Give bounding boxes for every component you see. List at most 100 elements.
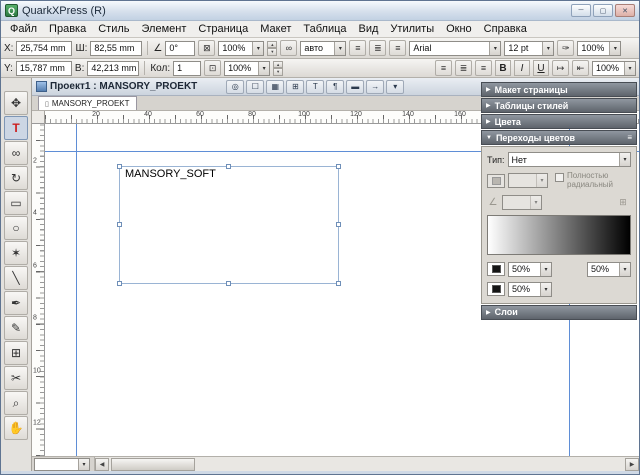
stop2-color-swatch[interactable]	[487, 282, 505, 296]
tool-button-text-content[interactable]: T	[4, 116, 28, 140]
auto-leading-combo[interactable]: авто ▾	[300, 41, 346, 56]
selection-handle[interactable]	[226, 164, 231, 169]
menu-table[interactable]: Таблица	[297, 22, 352, 36]
align-left-icon[interactable]: ≡	[435, 60, 452, 76]
selection-handle[interactable]	[117, 281, 122, 286]
pilcrow-icon[interactable]: ¶	[326, 80, 344, 94]
vertical-ruler[interactable]: 2 4 6 8 10 12	[32, 124, 45, 456]
tool-button-oval-box[interactable]: ○	[4, 216, 28, 240]
grid-icon[interactable]: ⊞	[615, 195, 631, 209]
lines-icon[interactable]: ≡	[349, 40, 366, 56]
selection-handle[interactable]	[117, 222, 122, 227]
scrollbar-thumb[interactable]	[111, 458, 195, 471]
selection-handle[interactable]	[336, 281, 341, 286]
tool-button-rectangle-box[interactable]: ▭	[4, 191, 28, 215]
chevron-down-icon[interactable]: ▾	[334, 42, 345, 55]
chevron-down-icon[interactable]: ▾	[542, 42, 553, 55]
scroll-right-icon[interactable]: ▶	[625, 458, 639, 471]
view-scale-combo[interactable]: 100% ▾	[592, 61, 636, 76]
font-size-combo[interactable]: 12 pt ▾	[504, 41, 554, 56]
selection-handle[interactable]	[336, 164, 341, 169]
selected-text-box[interactable]: MANSORY_SOFT	[119, 166, 339, 284]
tool-button-linking[interactable]: ∞	[4, 141, 28, 165]
ruler-corner[interactable]	[32, 111, 45, 124]
y-coordinate-field[interactable]: 15,787 mm	[16, 61, 72, 76]
chevron-down-icon[interactable]: ▾	[489, 42, 500, 55]
scrollbar-track[interactable]	[109, 458, 625, 471]
horizontal-scrollbar[interactable]: ◀ ▶	[94, 457, 639, 472]
tool-button-pan[interactable]: ✋	[4, 416, 28, 440]
chevron-down-icon[interactable]: ▾	[624, 62, 635, 75]
page-number-combo[interactable]: ▾	[34, 458, 90, 471]
blend-color1-combo[interactable]: ▾	[508, 173, 548, 188]
chevron-down-icon[interactable]: ▾	[619, 153, 630, 166]
chevron-down-icon[interactable]: ▾	[78, 459, 89, 470]
indent-icon[interactable]: ↦	[552, 60, 569, 76]
full-radial-checkbox[interactable]	[555, 173, 564, 182]
selection-handle[interactable]	[117, 164, 122, 169]
menu-view[interactable]: Вид	[353, 22, 385, 36]
palette-header-style-sheets[interactable]: ▶ Таблицы стилей	[481, 98, 637, 113]
overlay-circle-icon[interactable]: ◎	[226, 80, 244, 94]
chevron-down-icon[interactable]: ▾	[258, 62, 269, 75]
font-family-combo[interactable]: Arial ▾	[409, 41, 501, 56]
palette-header-colors[interactable]: ▶ Цвета	[481, 114, 637, 129]
palette-menu-icon[interactable]: ≡	[627, 133, 632, 142]
tool-button-table[interactable]: ⊞	[4, 341, 28, 365]
palette-header-layers[interactable]: ▶ Слои	[481, 305, 637, 320]
menu-page[interactable]: Страница	[192, 22, 254, 36]
menu-edit[interactable]: Правка	[43, 22, 92, 36]
left-margin-guide[interactable]	[76, 124, 77, 456]
scale-spinner[interactable]: ▲ ▼	[267, 41, 277, 56]
menu-utilities[interactable]: Утилиты	[384, 22, 440, 36]
page-icon[interactable]: ☐	[246, 80, 264, 94]
chevron-down-icon[interactable]: ▾	[609, 42, 620, 55]
grid-icon[interactable]: ▦	[266, 80, 284, 94]
blend-type-combo[interactable]: Нет ▾	[508, 152, 631, 167]
tool-button-bezier-pen[interactable]: ✒	[4, 291, 28, 315]
arrow-icon[interactable]: →	[366, 80, 384, 94]
chevron-down-icon[interactable]: ▾	[530, 196, 541, 209]
stop1-color-swatch[interactable]	[487, 262, 505, 276]
lines-icon-2[interactable]: ≡	[389, 40, 406, 56]
chevron-down-icon[interactable]: ▾	[386, 80, 404, 94]
align-right-icon[interactable]: ≡	[475, 60, 492, 76]
rotation-angle-field[interactable]: 0°	[165, 41, 195, 56]
tool-button-item[interactable]: ✥	[4, 91, 28, 115]
tool-button-rotate[interactable]: ↻	[4, 166, 28, 190]
height-field[interactable]: 42,213 mm	[87, 61, 139, 76]
chevron-down-icon[interactable]: ▾	[536, 174, 547, 187]
spinner-up-icon[interactable]: ▲	[267, 41, 277, 49]
block-icon[interactable]: ▬	[346, 80, 364, 94]
chevron-down-icon[interactable]: ▾	[540, 283, 551, 296]
table-icon[interactable]: ⊞	[286, 80, 304, 94]
scale-x-combo[interactable]: 100% ▾	[218, 41, 264, 56]
minimize-button[interactable]: ─	[571, 4, 591, 17]
tool-button-scissors[interactable]: ✂	[4, 366, 28, 390]
selection-handle[interactable]	[336, 222, 341, 227]
blend-color1-swatch[interactable]	[487, 174, 505, 188]
chevron-down-icon[interactable]: ▾	[540, 263, 551, 276]
menu-layout[interactable]: Макет	[254, 22, 297, 36]
tool-button-starburst[interactable]: ✶	[4, 241, 28, 265]
scale-y-spinner[interactable]: ▲ ▼	[273, 61, 283, 76]
menu-file[interactable]: Файл	[4, 22, 43, 36]
font-scale-combo[interactable]: 100% ▾	[577, 41, 621, 56]
tool-button-freehand[interactable]: ✎	[4, 316, 28, 340]
maximize-button[interactable]: ▢	[593, 4, 613, 17]
spinner-down-icon[interactable]: ▼	[273, 68, 283, 76]
stop2-shade-combo[interactable]: 50% ▾	[587, 262, 631, 277]
chevron-down-icon[interactable]: ▾	[619, 263, 630, 276]
columns-field[interactable]: 1	[173, 61, 201, 76]
flip-box-icon[interactable]: ⊠	[198, 40, 215, 56]
scroll-left-icon[interactable]: ◀	[95, 458, 109, 471]
tool-button-line[interactable]: ╲	[4, 266, 28, 290]
align-center-icon[interactable]: ≣	[455, 60, 472, 76]
pen-icon[interactable]: ✑	[557, 40, 574, 56]
underline-button[interactable]: U	[533, 60, 549, 76]
page-tab[interactable]: ▯ MANSORY_PROEKT	[38, 96, 137, 110]
x-coordinate-field[interactable]: 25,754 mm	[16, 41, 72, 56]
tool-button-zoom[interactable]: ⌕	[4, 391, 28, 415]
close-button[interactable]: ✕	[615, 4, 635, 17]
palette-header-page-layout[interactable]: ▶ Макет страницы	[481, 82, 637, 97]
